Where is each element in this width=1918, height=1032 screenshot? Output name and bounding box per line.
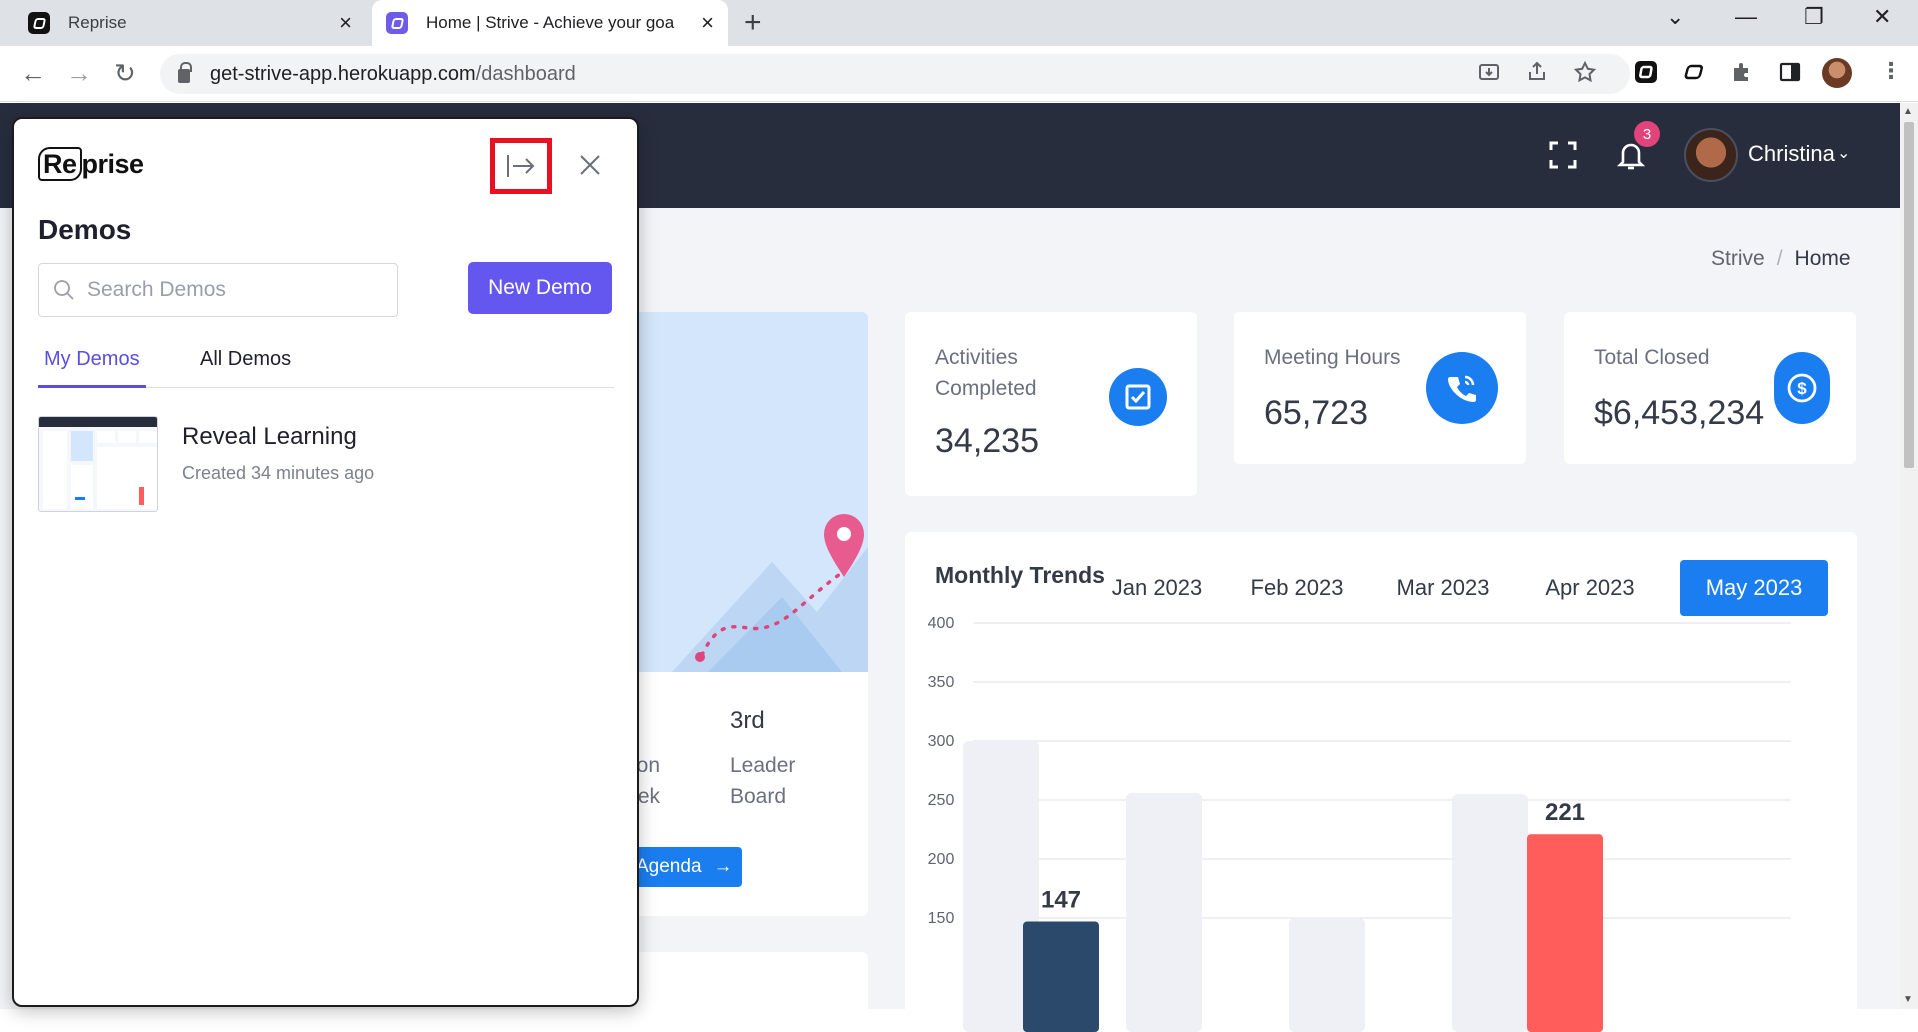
location-pin-illustration <box>672 514 868 672</box>
chart-background-bar <box>1126 792 1202 1032</box>
stat-value: 65,723 <box>1264 394 1368 432</box>
y-tick-label: 300 <box>928 733 955 750</box>
chevron-down-icon[interactable]: ⌄ <box>1837 143 1850 163</box>
y-tick-label: 150 <box>928 910 955 927</box>
bookmark-star-icon[interactable] <box>1573 60 1597 84</box>
welcome-card <box>612 312 868 916</box>
search-icon <box>54 280 74 300</box>
monthly-trends-chart: 400 350 300 250 200 150 147 221 <box>928 615 1791 1032</box>
new-tab-button[interactable]: + <box>744 6 762 40</box>
browser-tab-strive[interactable]: Home | Strive - Achieve your goa × <box>372 0 728 46</box>
back-icon[interactable]: ← <box>20 58 46 88</box>
breadcrumb-separator: / <box>1776 247 1783 270</box>
url-path: /dashboard <box>475 62 576 85</box>
expand-panel-button[interactable] <box>490 138 552 194</box>
tab-my-demos[interactable]: My Demos <box>38 348 146 388</box>
breadcrumb: Strive / Home <box>1711 247 1851 271</box>
share-icon[interactable] <box>1525 60 1549 84</box>
maximize-icon[interactable]: ❐ <box>1804 4 1824 30</box>
browser-profile-avatar[interactable] <box>1822 58 1852 88</box>
forward-icon[interactable]: → <box>66 58 92 88</box>
checkbox-icon <box>1109 368 1167 426</box>
notification-badge: 3 <box>1634 121 1660 147</box>
user-menu-name[interactable]: Christina <box>1748 141 1835 167</box>
stat-card-activities: Activities Completed 34,235 <box>905 312 1197 496</box>
browser-menu-icon[interactable]: ⋮ <box>1880 58 1902 84</box>
dollar-icon: $ <box>1774 352 1830 424</box>
install-app-icon[interactable] <box>1477 60 1501 84</box>
demo-tabs: My Demos All Demos <box>38 348 614 388</box>
stat-label: Meeting Hours <box>1264 346 1401 369</box>
lock-icon <box>178 62 192 83</box>
strive-favicon-icon <box>386 12 408 34</box>
stat-card-total-closed: Total Closed $6,453,234 $ <box>1564 312 1856 464</box>
tab-close-icon[interactable]: × <box>339 12 352 34</box>
tab-search-icon[interactable]: ⌄ <box>1666 4 1684 30</box>
leaderboard-label: Leader Board <box>730 754 796 808</box>
close-panel-button[interactable] <box>570 145 610 185</box>
url-host: get-strive-app.herokuapp.com <box>210 62 476 85</box>
agenda-button-label: Agenda <box>636 856 702 877</box>
reprise-demos-panel: Reprise Demos New Demo My Demos All Demo… <box>12 117 639 1007</box>
extension-shape-icon[interactable] <box>1682 60 1706 84</box>
browser-tab-reprise[interactable]: Reprise × <box>10 0 366 46</box>
monthly-trends-card: Monthly Trends Jan 2023 Feb 2023 Mar 202… <box>905 532 1857 1032</box>
scroll-down-icon[interactable]: ▼ <box>1903 994 1913 1005</box>
reprise-logo: Re prise <box>38 147 144 181</box>
arrow-to-right-icon <box>507 155 535 177</box>
breadcrumb-current: Home <box>1794 247 1851 270</box>
y-tick-label: 200 <box>928 851 955 868</box>
y-tick-label: 250 <box>928 792 955 809</box>
extensions-puzzle-icon[interactable] <box>1730 60 1754 84</box>
secondary-card <box>612 952 868 1022</box>
window-close-icon[interactable]: ✕ <box>1873 4 1891 30</box>
demo-name[interactable]: Reveal Learning <box>182 423 357 451</box>
reload-icon[interactable]: ↻ <box>114 58 136 88</box>
user-avatar[interactable] <box>1684 128 1738 182</box>
chart-background-bar <box>1289 918 1365 1032</box>
stat-label: Total Closed <box>1594 346 1710 369</box>
demo-thumbnail <box>38 416 158 512</box>
tab-all-demos[interactable]: All Demos <box>194 348 297 388</box>
y-tick-label: 350 <box>928 674 955 691</box>
demo-list-item[interactable]: Reveal Learning Created 34 minutes ago <box>38 416 598 516</box>
side-panel-icon[interactable] <box>1778 60 1802 84</box>
demo-created-time: Created 34 minutes ago <box>182 463 375 483</box>
fullscreen-icon[interactable] <box>1548 140 1578 170</box>
demos-heading: Demos <box>38 214 132 245</box>
breadcrumb-root[interactable]: Strive <box>1711 247 1765 270</box>
chart-bar <box>1527 834 1603 1032</box>
reprise-favicon-icon <box>28 12 50 34</box>
phone-icon <box>1426 352 1498 424</box>
y-tick-label: 400 <box>928 615 955 632</box>
address-bar[interactable]: get-strive-app.herokuapp.com/dashboard <box>160 54 1630 94</box>
stat-label: Activities Completed <box>935 346 1037 400</box>
chart-data-label: 221 <box>1545 799 1585 826</box>
stat-value: $6,453,234 <box>1594 394 1765 432</box>
browser-tab-strip: Reprise × Home | Strive - Achieve your g… <box>0 0 1918 46</box>
browser-toolbar: ← → ↻ get-strive-app.herokuapp.com/dashb… <box>0 46 1918 102</box>
reprise-extension-icon[interactable] <box>1634 60 1658 84</box>
arrow-right-icon: → <box>713 856 733 877</box>
chart-bar <box>1023 921 1099 1032</box>
new-demo-button[interactable]: New Demo <box>468 262 612 314</box>
stat-card-meeting-hours: Meeting Hours 65,723 <box>1234 312 1526 464</box>
tab-close-icon[interactable]: × <box>701 12 714 34</box>
svg-text:$: $ <box>1797 379 1807 398</box>
tab-title: Reprise <box>68 13 127 32</box>
welcome-illustration <box>612 312 868 672</box>
tab-title: Home | Strive - Achieve your goa <box>426 13 675 32</box>
scroll-up-icon[interactable]: ▲ <box>1903 106 1913 117</box>
search-input[interactable] <box>87 278 377 302</box>
chart-background-bar <box>1452 794 1528 1032</box>
close-icon <box>580 155 600 175</box>
scrollbar-thumb[interactable] <box>1904 122 1914 468</box>
stat-value: 34,235 <box>935 422 1039 460</box>
minimize-icon[interactable]: — <box>1735 4 1757 30</box>
search-box[interactable] <box>38 263 398 317</box>
chart-data-label: 147 <box>1041 887 1081 914</box>
leaderboard-rank: 3rd <box>730 707 765 734</box>
